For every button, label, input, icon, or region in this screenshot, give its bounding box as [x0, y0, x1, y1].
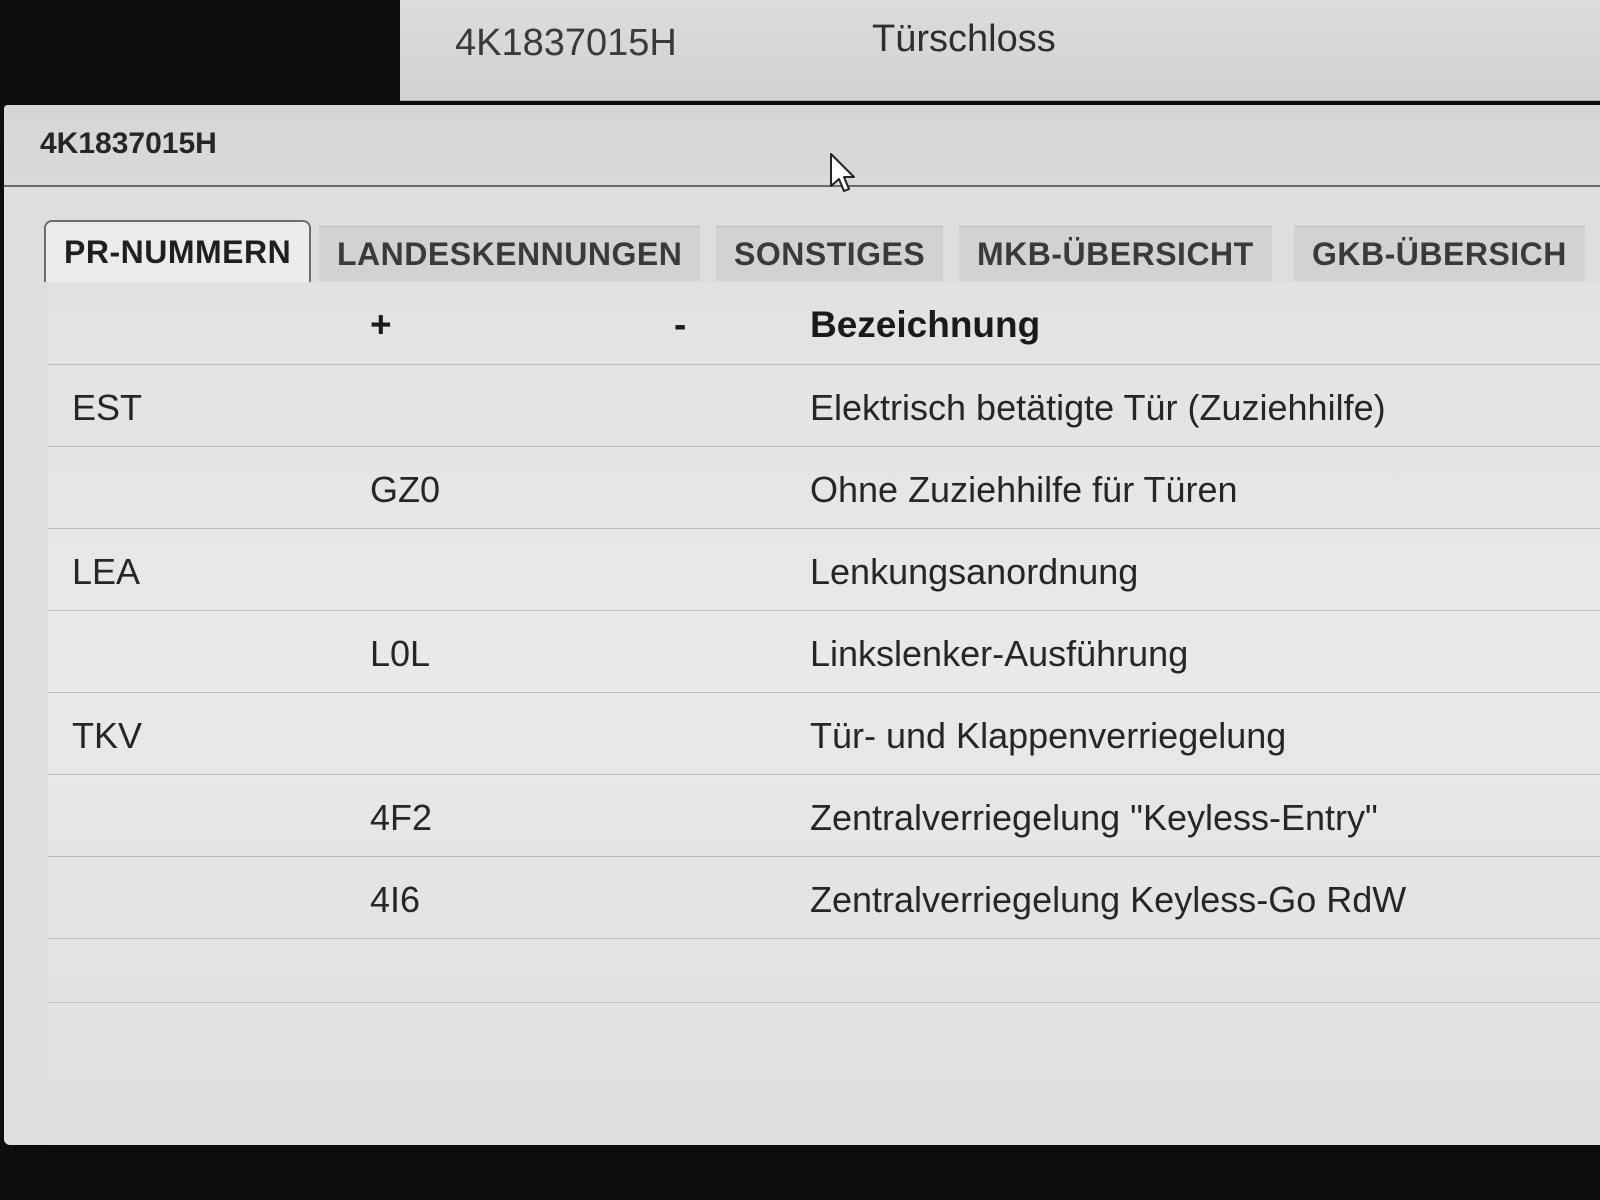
- row-code: TKV: [72, 715, 143, 756]
- dialog-header: 4K1837015H: [4, 105, 1600, 192]
- pr-numbers-table: + - Bezeichnung EST Elektrisch betätigte…: [48, 282, 1600, 1145]
- column-header-plus: +: [370, 304, 392, 345]
- row-code: LEA: [72, 551, 141, 592]
- tab-pr-nummern[interactable]: PR-NUMMERN: [44, 220, 312, 282]
- detail-dialog: 4K1837015H PR-NUMMERN LANDESKENNUNGEN SO…: [4, 105, 1600, 1145]
- background-window-row: 4K1837015H Türschloss: [400, 0, 1600, 101]
- table-row[interactable]: 4F2 Zentralverriegelung "Keyless-Entry": [48, 774, 1600, 857]
- row-code: EST: [72, 387, 143, 428]
- row-plus: 4F2: [370, 797, 433, 838]
- table-row[interactable]: GZ0 Ohne Zuziehhilfe für Türen: [48, 446, 1600, 529]
- background-part-name: Türschloss: [872, 18, 1056, 60]
- tab-mkb-uebersicht[interactable]: MKB-ÜBERSICHT: [959, 226, 1272, 281]
- table-row[interactable]: L0L Linkslenker-Ausführung: [48, 610, 1600, 693]
- row-description: Tür- und Klappenverriegelung: [810, 715, 1287, 756]
- row-description: Zentralverriegelung Keyless-Go RdW: [810, 879, 1407, 920]
- tab-gkb-uebersicht[interactable]: GKB-ÜBERSICH: [1294, 226, 1585, 281]
- table-row[interactable]: 4I6 Zentralverriegelung Keyless-Go RdW: [48, 856, 1600, 939]
- row-plus: L0L: [370, 633, 431, 674]
- column-header-description: Bezeichnung: [810, 304, 1041, 345]
- column-header-minus: -: [674, 304, 687, 345]
- row-plus: 4I6: [370, 879, 421, 920]
- row-description: Elektrisch betätigte Tür (Zuziehhilfe): [810, 387, 1386, 428]
- row-description: Lenkungsanordnung: [810, 551, 1139, 592]
- row-description: Ohne Zuziehhilfe für Türen: [810, 469, 1238, 510]
- table-bottom-divider: [48, 938, 1600, 939]
- table-row[interactable]: EST Elektrisch betätigte Tür (Zuziehhilf…: [48, 364, 1600, 447]
- table-row[interactable]: LEA Lenkungsanordnung: [48, 528, 1600, 611]
- table-header-row: + - Bezeichnung: [48, 282, 1600, 364]
- dialog-title: 4K1837015H: [40, 127, 217, 160]
- row-plus: GZ0: [370, 469, 441, 510]
- tab-landeskennungen[interactable]: LANDESKENNUNGEN: [319, 226, 701, 281]
- tab-sonstiges[interactable]: SONSTIGES: [716, 226, 944, 281]
- row-description: Linkslenker-Ausführung: [810, 633, 1189, 674]
- mouse-pointer-icon: [830, 153, 855, 192]
- background-part-number: 4K1837015H: [455, 22, 677, 64]
- tab-bar: PR-NUMMERN LANDESKENNUNGEN SONSTIGES MKB…: [44, 220, 1600, 282]
- table-row[interactable]: TKV Tür- und Klappenverriegelung: [48, 692, 1600, 775]
- table-bottom-divider: [48, 1002, 1600, 1003]
- row-description: Zentralverriegelung "Keyless-Entry": [810, 797, 1378, 838]
